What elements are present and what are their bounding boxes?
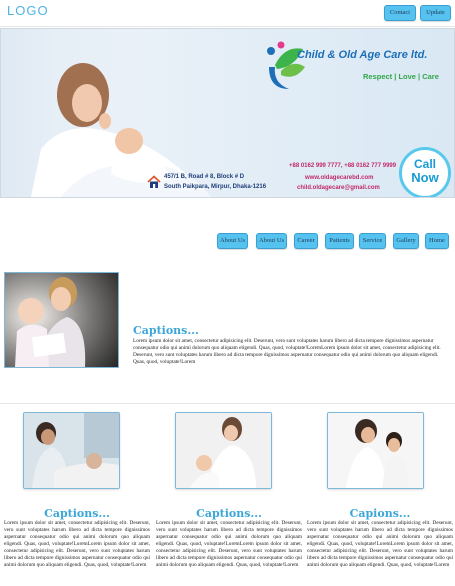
nav-about-us-1[interactable]: About Us xyxy=(217,233,248,249)
column-2-text: Lorem ipsum dolor sit amet, consectetur … xyxy=(156,520,302,568)
column-1-photo xyxy=(23,412,120,489)
site-logo[interactable]: LOGO xyxy=(7,3,49,18)
nav-home[interactable]: Home xyxy=(425,233,449,249)
column-2-caption: Captions... xyxy=(196,507,262,520)
feature-caption: Captions... xyxy=(133,324,199,337)
website-link[interactable]: www.oldagecarebd.com xyxy=(305,175,373,181)
update-button[interactable]: Update xyxy=(420,5,451,21)
nav-patients[interactable]: Patients xyxy=(325,233,354,249)
email-link[interactable]: child.oldagecare@gmail.com xyxy=(297,185,380,191)
feature-text: Lorem ipsum dolor sit amet, consectetur … xyxy=(133,338,441,365)
brand-name: Child & Old Age Care ltd. xyxy=(297,49,428,61)
mother-baby-photo xyxy=(1,29,241,197)
column-1-text: Lorem ipsum dolor sit amet, consectetur … xyxy=(4,520,150,568)
column-3-photo xyxy=(327,412,424,489)
brand-logo-icon xyxy=(267,41,305,89)
contact-button[interactable]: Contact xyxy=(384,5,416,21)
address-line-2: South Paikpara, Mirpur, Dhaka-1216 xyxy=(164,184,267,190)
column-3-text: Lorem ipsum dolor sit amet, consectetur … xyxy=(307,520,453,568)
home-icon xyxy=(147,175,161,188)
call-now-badge[interactable]: Call Now xyxy=(399,147,451,197)
nav-career[interactable]: Career xyxy=(294,233,318,249)
brand-tagline: Respect | Love | Care xyxy=(363,72,439,81)
column-2-photo xyxy=(175,412,272,489)
phone-numbers: +88 0162 999 7777, +88 0162 777 9999 xyxy=(289,163,397,169)
hero-banner: Child & Old Age Care ltd. Respect | Love… xyxy=(0,28,455,198)
nav-service[interactable]: Service xyxy=(359,233,386,249)
nav-about-us-2[interactable]: About Us xyxy=(256,233,287,249)
address-line-1: 457/1 B, Road # 8, Block # D xyxy=(164,174,245,180)
column-1-caption: Captions... xyxy=(44,507,110,520)
nav-gallery[interactable]: Gallery xyxy=(393,233,419,249)
feature-photo xyxy=(4,272,119,368)
section-divider xyxy=(0,403,455,404)
column-3-caption: Capions... xyxy=(349,507,411,520)
now-label: Now xyxy=(411,170,439,185)
top-bar: LOGO Contact Update xyxy=(0,0,455,27)
